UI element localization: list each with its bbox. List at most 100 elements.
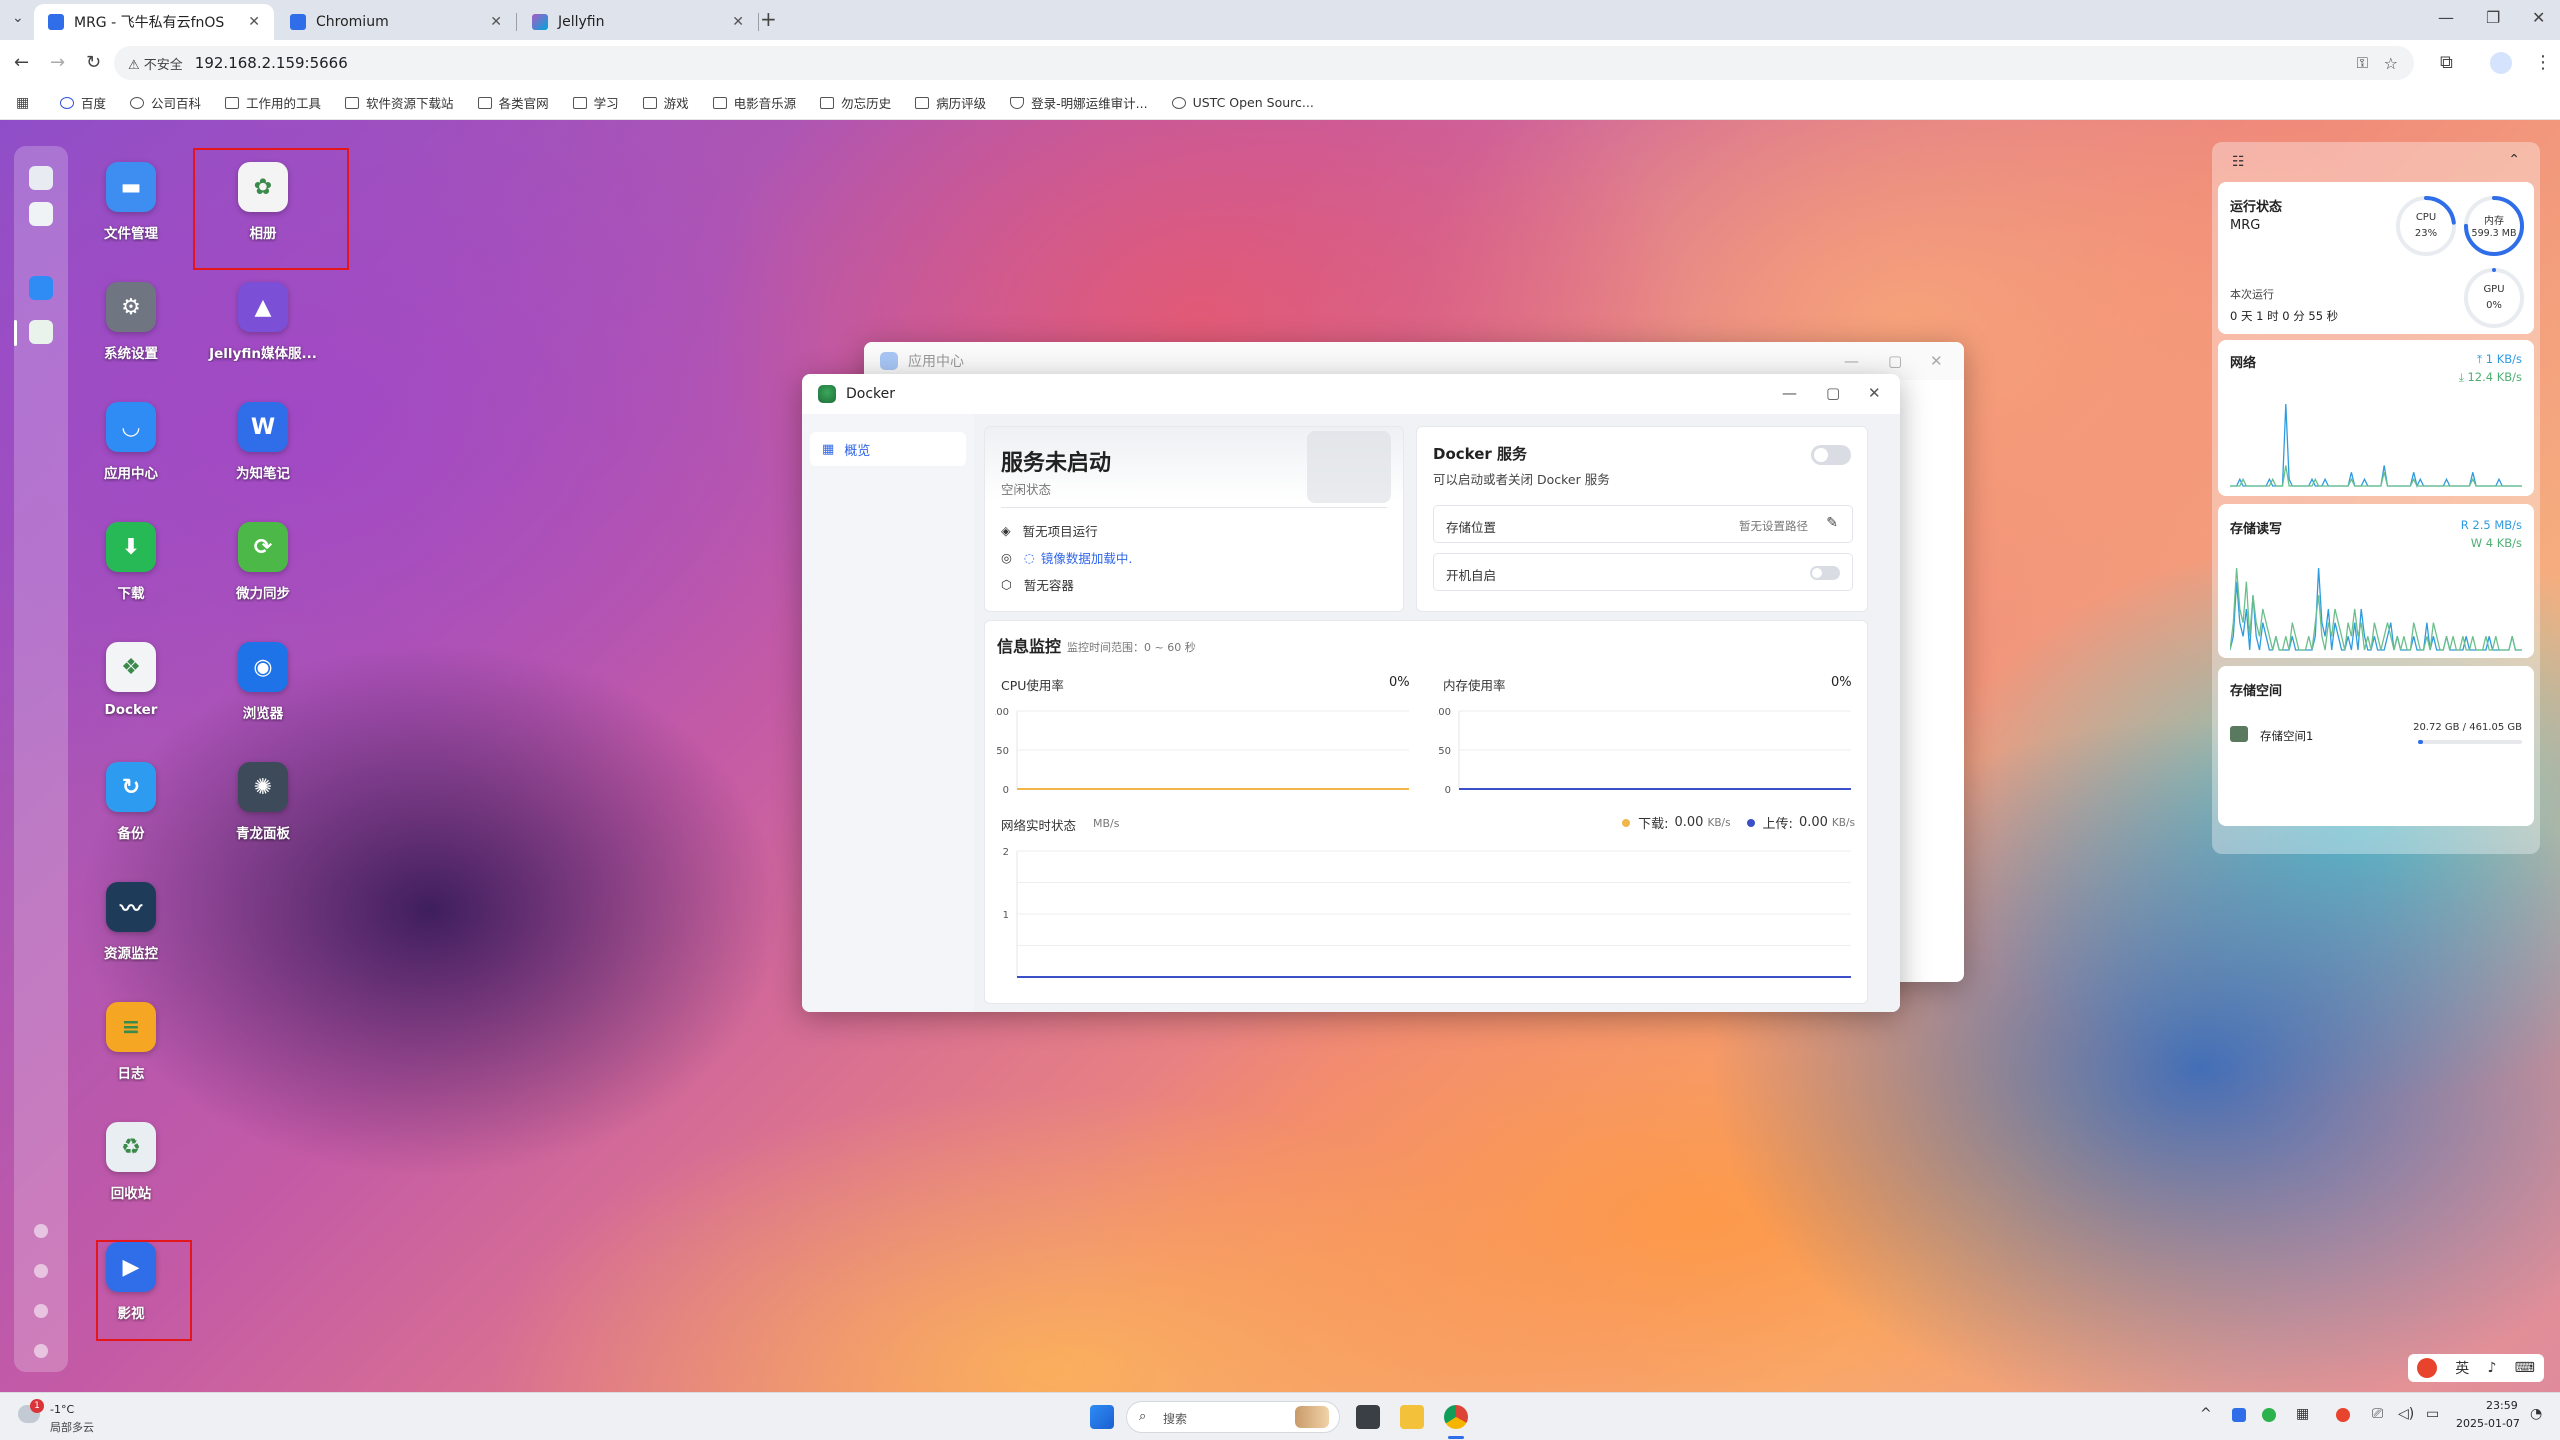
tab-search-icon[interactable]: ⌄ (12, 10, 24, 26)
desktop-app[interactable]: ◡ 应用中心 (76, 402, 186, 482)
sidebar-item-overview[interactable]: ▦ 概览 (810, 432, 966, 466)
chrome-running-indicator (1448, 1436, 1464, 1439)
collapse-icon[interactable]: ⌃ (2508, 152, 2520, 168)
bookmark-folder[interactable]: 各类官网 (477, 93, 549, 112)
docker-titlebar[interactable]: Docker — ▢ ✕ (802, 374, 1900, 414)
autostart-toggle[interactable] (1810, 566, 1840, 580)
voice-icon[interactable]: ♪ (2488, 1360, 2497, 1376)
notification-icon[interactable] (34, 1264, 48, 1278)
minimize-icon[interactable]: — (2438, 8, 2454, 27)
extensions-icon[interactable]: ⧉ (2440, 52, 2453, 73)
tray-chevron-icon[interactable]: ^ (2200, 1406, 2212, 1422)
tray-grid-icon[interactable]: ▦ (2296, 1406, 2309, 1422)
url-bar[interactable]: ⚠ 不安全 192.168.2.159:5666 ⚿ ☆ (114, 46, 2414, 80)
url-text[interactable]: 192.168.2.159:5666 (195, 54, 348, 72)
help-icon[interactable] (34, 1224, 48, 1238)
close-window-icon[interactable]: ✕ (2532, 8, 2545, 27)
folder-icon (915, 96, 930, 109)
app-label: 为知笔记 (236, 466, 290, 482)
bookmark-folder[interactable]: 游戏 (642, 93, 689, 112)
network-icon[interactable]: ⎚ (2372, 1406, 2383, 1422)
tray-wechat-icon[interactable] (2262, 1408, 2276, 1422)
maximize-icon[interactable]: ▢ (1826, 384, 1840, 402)
sogou-ime-bar[interactable]: 英 ♪ ⌨ (2408, 1354, 2544, 1382)
monitor-title: 信息监控 (997, 637, 1062, 656)
bookmark-folder[interactable]: 电影音乐源 (712, 93, 796, 112)
forward-icon[interactable]: → (50, 52, 65, 73)
back-icon[interactable]: ← (14, 52, 29, 73)
desktop-app[interactable]: 〰资源监控 (76, 882, 186, 962)
close-icon[interactable]: ✕ (732, 14, 744, 30)
menu-icon[interactable]: ⋮ (2534, 52, 2552, 73)
user-icon[interactable] (34, 1304, 48, 1318)
task-view-icon[interactable] (1356, 1405, 1380, 1429)
minimize-icon[interactable]: — (1782, 384, 1797, 402)
bookmark-folder[interactable]: 工作用的工具 (225, 93, 321, 112)
clock-date[interactable]: 2025-01-07 (2456, 1417, 2520, 1430)
password-key-icon[interactable]: ⚿ (2357, 54, 2368, 72)
disc-icon: ◎ (1001, 550, 1012, 565)
close-icon[interactable]: ✕ (248, 14, 260, 30)
battery-icon[interactable]: ▭ (2426, 1406, 2439, 1422)
apps-grid-icon[interactable]: ▦ (16, 95, 29, 111)
tab-chromium[interactable]: Chromium ✕ (276, 4, 517, 40)
desktop-app[interactable]: ◉ 浏览器 (208, 642, 318, 722)
desktop-app[interactable]: ⬇ 下载 (76, 522, 186, 602)
desktop-app[interactable]: ❖ Docker (76, 642, 186, 718)
bookmark-star-icon[interactable]: ☆ (2384, 54, 2398, 73)
bookmark-ustc[interactable]: USTC Open Sourc... (1171, 95, 1314, 110)
docker-service-toggle[interactable] (1811, 445, 1851, 465)
maximize-icon[interactable]: ❐ (2486, 8, 2500, 27)
close-icon[interactable]: ✕ (1930, 352, 1943, 370)
tray-sogou-icon[interactable] (2336, 1408, 2350, 1422)
power-icon[interactable] (34, 1344, 48, 1358)
docker-window[interactable]: Docker — ▢ ✕ ▦ 概览 服务未启动 空闲状态 ◈ 暂无项目运行 ◎ … (802, 374, 1900, 1012)
desktop-app[interactable]: ≡ 日志 (76, 1002, 186, 1082)
not-secure-label[interactable]: ⚠ 不安全 (128, 54, 183, 73)
ime-language[interactable]: 英 (2455, 1358, 2469, 1378)
edit-pencil-icon[interactable]: ✎ (1826, 515, 1838, 531)
file-explorer-icon[interactable] (1400, 1405, 1424, 1429)
desktop-app[interactable]: ✺ 青龙面板 (208, 762, 318, 842)
widget-panel: ☷ ⌃ 运行状态 MRG 本次运行 0 天 1 时 0 分 55 秒 CPU 2… (2212, 142, 2540, 854)
docker-dock-icon[interactable] (29, 320, 53, 344)
desktop-app[interactable]: ↻ 备份 (76, 762, 186, 842)
weather-widget[interactable]: 1 -1°C 局部多云 (16, 1399, 126, 1435)
bookmark-wiki[interactable]: 公司百科 (130, 93, 201, 112)
tab-fnos[interactable]: MRG - 飞牛私有云fnOS ✕ (34, 4, 274, 40)
minimize-icon[interactable]: — (1844, 352, 1859, 370)
keyboard-icon[interactable]: ⌨ (2515, 1360, 2535, 1376)
clock-time[interactable]: 23:59 (2486, 1399, 2518, 1412)
temperature: -1°C (50, 1403, 75, 1416)
volume-icon[interactable]: ◁) (2398, 1406, 2414, 1422)
tray-app-icon[interactable] (2232, 1408, 2246, 1422)
desktop-icon[interactable] (29, 166, 53, 190)
maximize-icon[interactable]: ▢ (1888, 352, 1902, 370)
desktop-app[interactable]: W 为知笔记 (208, 402, 318, 482)
profile-icon[interactable] (2490, 52, 2512, 74)
desktop-app[interactable]: ▲ Jellyfin媒体服... (208, 282, 318, 362)
app-grid-icon[interactable] (29, 202, 53, 226)
bookmark-audit[interactable]: 登录-明娜运维审计... (1010, 93, 1148, 112)
widget-settings-icon[interactable]: ☷ (2232, 154, 2245, 170)
close-icon[interactable]: ✕ (490, 14, 502, 30)
desktop-app[interactable]: ♻ 回收站 (76, 1122, 186, 1202)
desktop-app[interactable]: ⚙ 系统设置 (76, 282, 186, 362)
bookmark-folder[interactable]: 勿忘历史 (820, 93, 891, 112)
taskbar-search-box[interactable]: ⌕ 搜索 (1126, 1401, 1340, 1433)
start-menu-icon[interactable] (1090, 1405, 1114, 1429)
close-icon[interactable]: ✕ (1868, 384, 1881, 402)
new-tab-button[interactable]: + (760, 7, 777, 31)
bookmark-folder[interactable]: 学习 (572, 93, 619, 112)
appcenter-dock-icon[interactable] (29, 276, 53, 300)
desktop-app[interactable]: ▬ 文件管理 (76, 162, 186, 242)
bookmark-baidu[interactable]: 百度 (60, 93, 106, 112)
reload-icon[interactable]: ↻ (86, 52, 101, 73)
bookmark-folder[interactable]: 病历评级 (915, 93, 986, 112)
desktop-app[interactable]: ⟳ 微力同步 (208, 522, 318, 602)
bookmark-folder[interactable]: 软件资源下载站 (345, 93, 454, 112)
storage-location-row[interactable]: 存储位置 暂无设置路径 ✎ (1433, 505, 1853, 543)
tab-jellyfin[interactable]: Jellyfin ✕ (518, 4, 759, 40)
notification-bell-icon[interactable]: ◔ (2530, 1406, 2542, 1422)
chrome-icon[interactable] (1444, 1405, 1468, 1429)
